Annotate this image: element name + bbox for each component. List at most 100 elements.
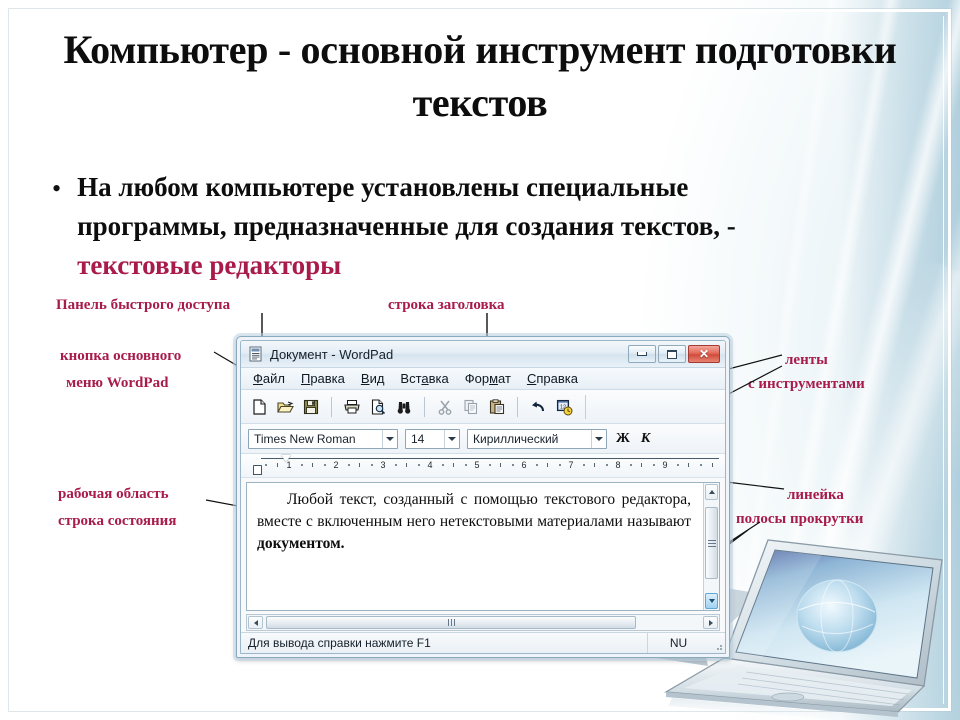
date-time-icon[interactable]: 12 — [553, 396, 575, 418]
close-button[interactable]: ✕ — [688, 345, 720, 363]
menu-file-rest: айл — [262, 371, 285, 386]
copy-icon[interactable] — [460, 396, 482, 418]
toolbar-separator — [517, 396, 518, 417]
wordpad-format-bar[interactable]: Times New Roman 14 Кириллический Ж К — [241, 424, 725, 454]
ruler-tick — [324, 464, 326, 466]
scroll-right-button[interactable] — [703, 616, 718, 629]
wordpad-title-bar[interactable]: Документ - WordPad ✕ — [241, 341, 725, 368]
bullet-accent-text: текстовые редакторы — [77, 249, 342, 280]
ruler-mark: 8 — [615, 460, 621, 470]
horizontal-scroll-thumb[interactable] — [266, 616, 636, 629]
annotation-status-line: строка состояния — [58, 513, 177, 529]
undo-icon[interactable] — [527, 396, 549, 418]
new-document-icon[interactable] — [248, 396, 270, 418]
vertical-scrollbar[interactable] — [703, 483, 719, 610]
ruler-tick — [348, 464, 350, 466]
menu-help-mnemonic: С — [526, 371, 537, 386]
wordpad-menu-bar[interactable]: Файл Правка Вид Вставка Формат Справка — [241, 368, 725, 390]
bullet-item: • На любом компьютере установлены специа… — [52, 168, 752, 285]
status-hint-text: Для вывода справки нажмите F1 — [248, 636, 431, 650]
horizontal-scroll-track[interactable] — [264, 615, 702, 630]
chevron-down-icon[interactable] — [591, 429, 606, 448]
ruler-tick — [594, 463, 595, 467]
ruler-tick — [583, 464, 585, 466]
scroll-up-button[interactable] — [705, 484, 718, 500]
ruler-tick — [512, 464, 514, 466]
caret-left-icon — [253, 619, 258, 626]
chevron-down-icon[interactable] — [382, 429, 397, 448]
ruler-tick — [712, 463, 713, 467]
bullet-text: На любом компьютере установлены специаль… — [77, 172, 736, 241]
ruler-tick — [489, 464, 491, 466]
save-icon[interactable] — [300, 396, 322, 418]
ruler-mark: 3 — [380, 460, 386, 470]
wordpad-toolbar[interactable]: 12 — [241, 390, 725, 424]
ruler-tick — [547, 463, 548, 467]
menu-item-insert[interactable]: Вставка — [392, 370, 456, 387]
ruler-tick — [418, 464, 420, 466]
script-combobox[interactable]: Кириллический — [467, 428, 607, 449]
ruler-tick — [700, 464, 702, 466]
vertical-scroll-thumb[interactable] — [705, 507, 718, 579]
menu-item-help[interactable]: Справка — [519, 370, 586, 387]
toolbar-separator — [331, 396, 332, 417]
scroll-left-button[interactable] — [248, 616, 263, 629]
scroll-down-button[interactable] — [705, 593, 718, 609]
close-icon: ✕ — [698, 347, 710, 361]
wordpad-window[interactable]: Документ - WordPad ✕ Файл Правка Вид Вст… — [236, 336, 730, 658]
left-indent-marker[interactable] — [253, 465, 262, 475]
document-line-4: документом. — [257, 535, 345, 552]
first-line-indent-marker[interactable] — [281, 455, 291, 462]
window-controls[interactable]: ✕ — [628, 345, 720, 363]
horizontal-scrollbar[interactable] — [246, 614, 720, 631]
ruler-tick — [677, 464, 679, 466]
scroll-thumb-grip-icon — [707, 538, 716, 549]
annotation-ribbons-line1: ленты — [785, 352, 828, 368]
cut-scissors-icon[interactable] — [434, 396, 456, 418]
vertical-scroll-track[interactable] — [704, 501, 719, 592]
menu-file-mnemonic: Ф — [253, 371, 263, 386]
ruler-tick — [359, 463, 360, 467]
maximize-button[interactable] — [658, 345, 686, 363]
italic-button[interactable]: К — [639, 431, 653, 447]
chevron-down-icon[interactable] — [444, 429, 459, 448]
font-family-combobox[interactable]: Times New Roman — [248, 428, 398, 449]
ruler-tick — [453, 463, 454, 467]
document-text[interactable]: Любой текст, созданный с помощью текстов… — [247, 483, 719, 555]
ruler-tick — [265, 464, 267, 466]
bullet-marker: • — [52, 174, 62, 203]
ruler-tick — [371, 464, 373, 466]
menu-item-edit[interactable]: Правка — [293, 370, 353, 387]
minimize-button[interactable] — [628, 345, 656, 363]
find-binoculars-icon[interactable] — [393, 396, 415, 418]
open-folder-icon[interactable] — [274, 396, 296, 418]
slide-canvas: Компьютер - основной инструмент подготов… — [0, 0, 960, 720]
caret-right-icon — [708, 619, 713, 626]
font-size-value: 14 — [411, 431, 425, 446]
caret-down-icon — [708, 599, 715, 603]
ruler-mark: 2 — [333, 460, 339, 470]
font-family-value: Times New Roman — [254, 431, 356, 446]
ruler-tick — [606, 464, 608, 466]
ruler-tick — [641, 463, 642, 467]
font-size-combobox[interactable]: 14 — [405, 428, 460, 449]
paste-icon[interactable] — [486, 396, 508, 418]
bold-button[interactable]: Ж — [614, 431, 632, 447]
ruler-tick — [653, 464, 655, 466]
page-title: Компьютер - основной инструмент подготов… — [63, 27, 897, 125]
resize-grip-icon[interactable] — [709, 633, 725, 653]
ruler-tick — [630, 464, 632, 466]
ruler-mark: 4 — [427, 460, 433, 470]
annotation-ruler: линейка — [787, 487, 844, 503]
menu-item-format[interactable]: Формат — [457, 370, 519, 387]
wordpad-ruler[interactable]: 1 2 3 4 5 6 7 8 9 — [241, 454, 725, 478]
ruler-mark: 7 — [568, 460, 574, 470]
print-preview-icon[interactable] — [367, 396, 389, 418]
document-work-area[interactable]: Любой текст, созданный с помощью текстов… — [246, 482, 720, 611]
document-line-1: Любой текст, созданный с помощью — [287, 491, 538, 508]
menu-help-rest: правка — [536, 371, 578, 386]
menu-item-view[interactable]: Вид — [353, 370, 393, 387]
menu-item-file[interactable]: Файл — [245, 370, 293, 387]
print-icon[interactable] — [341, 396, 363, 418]
menu-edit-rest: равка — [310, 371, 345, 386]
